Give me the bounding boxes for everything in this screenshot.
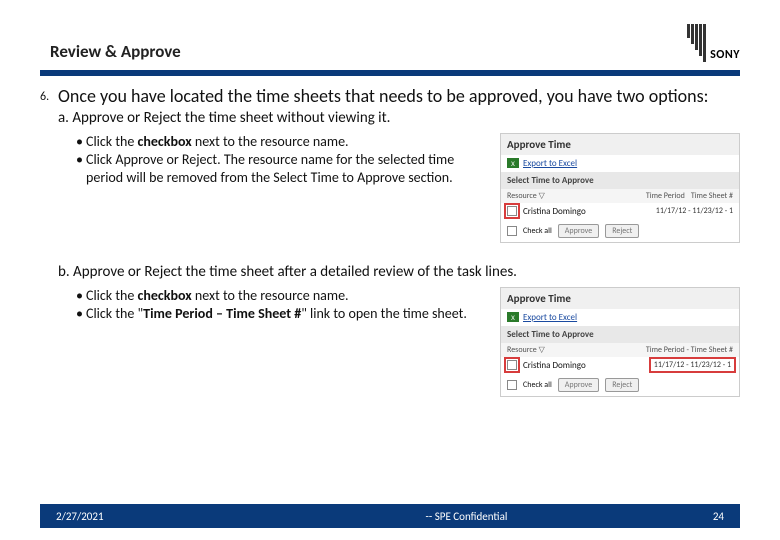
bullet-text: next to the resource name. <box>192 133 349 150</box>
screenshot-b: Approve Time X Export to Excel Select Ti… <box>500 287 740 397</box>
col-resource: Resource ▽ <box>507 191 646 201</box>
approve-button[interactable]: Approve <box>558 378 599 392</box>
bullet-bold: Time Period – Time Sheet # <box>143 305 301 322</box>
export-excel-link[interactable]: Export to Excel <box>523 312 577 323</box>
shot-columns: Resource ▽ Time Period - Time Sheet # <box>501 343 739 357</box>
reject-button[interactable]: Reject <box>605 378 639 392</box>
resource-name: Cristina Domingo <box>523 206 650 217</box>
col-time-sheet: Time Sheet # <box>691 191 733 201</box>
row-checkbox[interactable] <box>507 206 517 216</box>
checkall-checkbox[interactable] <box>507 380 517 390</box>
footer-page: 24 <box>713 510 740 523</box>
row-checkbox[interactable] <box>507 360 517 370</box>
logo-text: SONY <box>710 48 740 62</box>
col-tp-ts: Time Period - Time Sheet # <box>646 345 733 355</box>
shot-columns: Resource ▽ Time Period Time Sheet # <box>501 189 739 203</box>
footer-confidential: -- SPE Confidential <box>220 510 713 523</box>
option-a-label: a. Approve or Reject the time sheet with… <box>58 109 740 127</box>
bullet-bold: checkbox <box>138 287 192 304</box>
bullet-text: Click the " <box>86 305 143 322</box>
page-title: Review & Approve <box>50 41 181 62</box>
step-lead: Once you have located the time sheets th… <box>58 86 708 107</box>
bullet-text: Click Approve or Reject. The resource na… <box>76 151 490 187</box>
checkall-label: Check all <box>523 380 552 390</box>
excel-icon: X <box>507 158 519 168</box>
option-a-bullets: Click the checkbox next to the resource … <box>76 133 490 243</box>
footer: 2/27/2021 -- SPE Confidential 24 <box>40 504 740 528</box>
excel-icon: X <box>507 312 519 322</box>
logo-bars-icon <box>687 24 706 62</box>
bullet-bold: checkbox <box>138 133 192 150</box>
shot-title: Approve Time <box>501 288 739 309</box>
shot-subheader: Select Time to Approve <box>501 172 739 189</box>
screenshot-a: Approve Time X Export to Excel Select Ti… <box>500 133 740 243</box>
time-period: 11/17/12 - 11/23/12 - 1 <box>656 206 733 216</box>
checkall-label: Check all <box>523 226 552 236</box>
bullet-text: Click the <box>86 133 138 150</box>
header-rule <box>40 70 740 76</box>
shot-data-row: Cristina Domingo 11/17/12 - 11/23/12 - 1 <box>501 357 739 374</box>
col-time-period: Time Period <box>646 191 685 201</box>
export-excel-link[interactable]: Export to Excel <box>523 158 577 169</box>
bullet-text: next to the resource name. <box>192 287 349 304</box>
resource-name: Cristina Domingo <box>523 360 646 371</box>
col-resource: Resource ▽ <box>507 345 646 355</box>
time-period-link[interactable]: 11/17/12 - 11/23/12 - 1 <box>652 360 733 370</box>
bullet-text: Click the <box>86 287 138 304</box>
option-b-label: b. Approve or Reject the time sheet afte… <box>58 263 740 281</box>
footer-date: 2/27/2021 <box>40 510 220 523</box>
bullet-text: " link to open the time sheet. <box>301 305 467 322</box>
shot-subheader: Select Time to Approve <box>501 326 739 343</box>
shot-data-row: Cristina Domingo 11/17/12 - 11/23/12 - 1 <box>501 203 739 220</box>
sony-logo: SONY <box>687 24 740 62</box>
reject-button[interactable]: Reject <box>605 224 639 238</box>
option-b-bullets: Click the checkbox next to the resource … <box>76 287 490 397</box>
checkall-checkbox[interactable] <box>507 226 517 236</box>
shot-title: Approve Time <box>501 134 739 155</box>
step-number: 6. <box>40 86 58 104</box>
approve-button[interactable]: Approve <box>558 224 599 238</box>
